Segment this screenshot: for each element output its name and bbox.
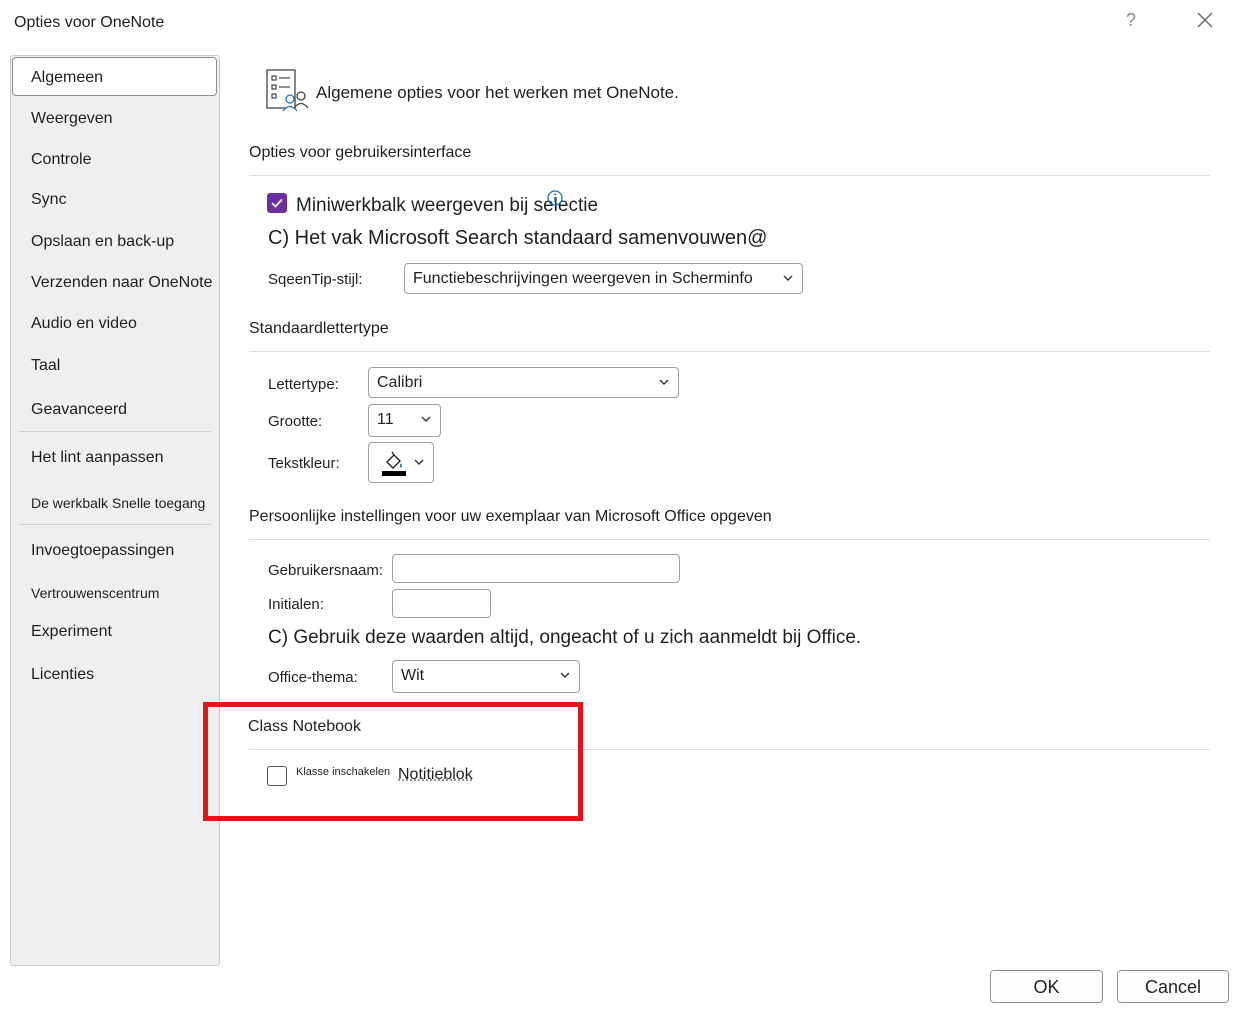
text-color-label: Tekstkleur:: [268, 455, 340, 472]
initials-label: Initialen:: [268, 596, 324, 613]
font-select[interactable]: Calibri: [368, 367, 679, 398]
office-theme-select[interactable]: Wit: [392, 660, 580, 693]
screentip-select[interactable]: Functiebeschrijvingen weergeven in Scher…: [404, 263, 803, 294]
chevron-down-icon: [659, 379, 669, 385]
sidebar-item-taal[interactable]: Taal: [31, 357, 60, 375]
chevron-down-icon: [421, 416, 431, 422]
sidebar: Algemeen Weergeven Controle Sync Opslaan…: [10, 55, 220, 966]
sidebar-item-opslaan[interactable]: Opslaan en back-up: [31, 233, 174, 251]
sidebar-item-experiment[interactable]: Experiment: [31, 623, 112, 641]
chevron-down-icon: [560, 672, 570, 678]
sidebar-item-weergeven[interactable]: Weergeven: [31, 110, 113, 128]
page-header: Algemene opties voor het werken met OneN…: [316, 83, 679, 102]
sidebar-item-sync[interactable]: Sync: [31, 191, 67, 209]
section-divider: [249, 175, 1210, 176]
sidebar-item-algemeen[interactable]: Algemeen: [31, 69, 103, 87]
sidebar-divider: [19, 431, 211, 432]
help-button[interactable]: ?: [1126, 10, 1136, 31]
section-divider: [249, 539, 1210, 540]
office-theme-value: Wit: [401, 667, 425, 684]
section-title-personal: Persoonlijke instellingen voor uw exempl…: [249, 508, 772, 525]
sidebar-item-invoegtoepassingen[interactable]: Invoegtoepassingen: [31, 542, 174, 560]
ok-button[interactable]: OK: [990, 970, 1103, 1003]
close-button[interactable]: [1193, 8, 1217, 32]
sidebar-item-snelle-toegang[interactable]: De werkbalk Snelle toegang: [31, 495, 205, 511]
sidebar-divider: [19, 524, 211, 525]
sidebar-item-geavanceerd[interactable]: Geavanceerd: [31, 401, 127, 419]
always-use-values-option[interactable]: C) Gebruik deze waarden altijd, ongeacht…: [268, 627, 861, 649]
sidebar-item-audio-video[interactable]: Audio en video: [31, 315, 137, 333]
initials-field[interactable]: [392, 589, 491, 618]
font-value: Calibri: [377, 374, 423, 391]
section-divider: [249, 351, 1210, 352]
cancel-button[interactable]: Cancel: [1117, 970, 1229, 1003]
chevron-down-icon: [414, 459, 424, 465]
screentip-label: SqeenTip-stijl:: [268, 271, 363, 288]
text-color-picker[interactable]: [368, 442, 434, 483]
sidebar-item-licenties[interactable]: Licenties: [31, 666, 94, 684]
highlight-box: [203, 702, 583, 821]
general-options-icon: [266, 68, 310, 112]
office-theme-label: Office-thema:: [268, 669, 358, 686]
screentip-value: Functiebeschrijvingen weergeven in Scher…: [413, 270, 753, 287]
size-label: Grootte:: [268, 413, 323, 430]
chevron-down-icon: [783, 275, 793, 281]
sidebar-item-verzenden[interactable]: Verzenden naar OneNote: [31, 274, 212, 292]
section-title-default-font: Standaardlettertype: [249, 320, 389, 337]
dialog-title: Opties voor OneNote: [14, 14, 165, 31]
username-field[interactable]: [392, 554, 680, 583]
sidebar-item-controle[interactable]: Controle: [31, 151, 91, 169]
sidebar-item-lint-aanpassen[interactable]: Het lint aanpassen: [31, 449, 164, 467]
size-value: 11: [377, 411, 394, 428]
sidebar-item-vertrouwenscentrum[interactable]: Vertrouwenscentrum: [31, 585, 159, 601]
info-icon[interactable]: [547, 190, 563, 206]
checkmark-icon: [271, 198, 283, 208]
size-select[interactable]: 11: [368, 404, 441, 437]
mini-toolbar-checkbox[interactable]: [267, 193, 287, 213]
font-label: Lettertype:: [268, 376, 339, 393]
close-icon: [1197, 12, 1213, 28]
section-title-ui-options: Opties voor gebruikersinterface: [249, 144, 472, 161]
search-collapse-option[interactable]: C) Het vak Microsoft Search standaard sa…: [268, 227, 767, 250]
username-label: Gebruikersnaam:: [268, 562, 384, 579]
paint-bucket-icon: [382, 451, 406, 476]
